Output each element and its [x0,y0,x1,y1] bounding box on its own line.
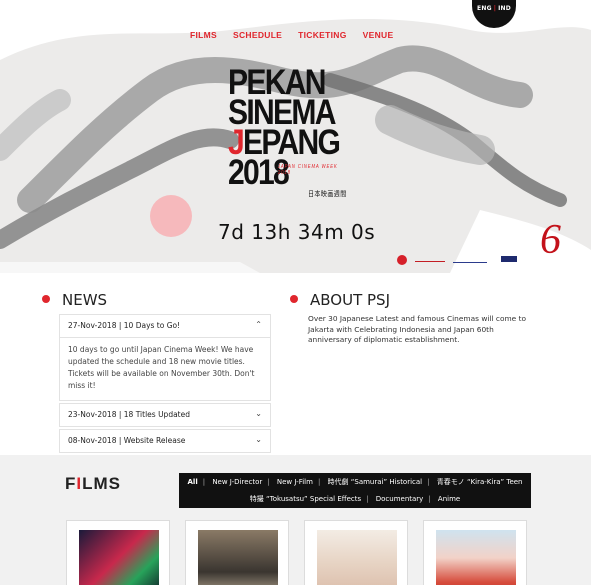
film-poster-image [79,530,159,585]
filter-anime[interactable]: Anime [438,495,460,503]
filter-documentary[interactable]: Documentary [376,495,424,503]
news-item-header[interactable]: 27-Nov-2018 | 10 Days to Go! ⌃ [60,315,270,337]
anniversary-60-logo-icon: 6 [540,217,561,263]
nav-ticketing[interactable]: TICKETING [298,30,347,40]
filter-new-j-film[interactable]: New J-Film [277,478,313,486]
about-heading: ABOUT PSJ [290,291,390,309]
film-card[interactable] [423,520,527,585]
nav-venue[interactable]: VENUE [363,30,394,40]
news-item: 08-Nov-2018 | Website Release ⌄ [59,429,271,453]
red-sun-circle [150,195,192,237]
sponsor-logos [397,249,517,268]
filter-tokusatsu[interactable]: 特撮 “Tokusatsu” Special Effects [250,495,361,503]
lang-ind[interactable]: IND [498,5,511,12]
logo-kanji: 日本映画週間 [307,191,347,198]
news-item-body: 10 days to go until Japan Cinema Week! W… [60,337,270,400]
films-section: FILMS All | New J-Director | New J-Film | 時… [0,455,591,585]
film-card[interactable] [304,520,408,585]
filter-row-2: 特撮 “Tokusatsu” Special Effects | Document… [249,495,461,503]
news-item-header[interactable]: 23-Nov-2018 | 18 Titles Updated ⌄ [60,404,270,426]
genre-filter-bar: All | New J-Director | New J-Film | 時代劇 “Sa… [179,473,531,508]
chevron-up-icon: ⌃ [255,320,262,329]
chevron-down-icon: ⌄ [255,409,262,418]
bunkacho-logo-icon [397,249,407,268]
filter-new-j-director[interactable]: New J-Director [212,478,262,486]
filter-all[interactable]: All [188,478,198,486]
about-text: Over 30 Japanese Latest and famous Cinem… [308,314,526,344]
news-item: 27-Nov-2018 | 10 Days to Go! ⌃ 10 days t… [59,314,271,401]
film-poster-image [317,530,397,585]
vio-logo-icon [501,255,517,262]
film-poster-image [436,530,516,585]
news-item: 23-Nov-2018 | 18 Titles Updated ⌄ [59,403,271,427]
countdown-timer: 7d 13h 34m 0s [218,220,376,244]
main-nav: FILMS SCHEDULE TICKETING VENUE [190,30,393,40]
filter-samurai-historical[interactable]: 時代劇 “Samurai” Historical [328,478,423,486]
japan-foundation-logo-icon [453,255,487,263]
films-heading: FILMS [65,474,122,493]
news-heading: NEWS [42,291,107,309]
lang-eng[interactable]: ENG [477,5,492,12]
bunkacho-wordmark-icon [415,256,445,262]
nav-schedule[interactable]: SCHEDULE [233,30,282,40]
film-card[interactable] [185,520,289,585]
filter-kira-kira-teen[interactable]: 青春モノ “Kira-Kira” Teen [437,478,523,486]
news-item-header[interactable]: 08-Nov-2018 | Website Release ⌄ [60,430,270,452]
film-poster-list [66,520,527,585]
hero-banner: ENG | IND FILMS SCHEDULE TICKETING VENUE P… [0,0,591,273]
film-card[interactable] [66,520,170,585]
film-poster-image [198,530,278,585]
filter-row-1: All | New J-Director | New J-Film | 時代劇 “Sa… [187,478,523,486]
nav-films[interactable]: FILMS [190,30,217,40]
logo-subtitle: JAPAN CINEMA WEEK 2018 [277,164,338,176]
chevron-down-icon: ⌄ [255,435,262,444]
news-accordion: 27-Nov-2018 | 10 Days to Go! ⌃ 10 days t… [59,314,271,455]
event-logo: PEKAN SINEMA JEPANG 2018 JAPAN CINEMA WE… [228,65,348,198]
